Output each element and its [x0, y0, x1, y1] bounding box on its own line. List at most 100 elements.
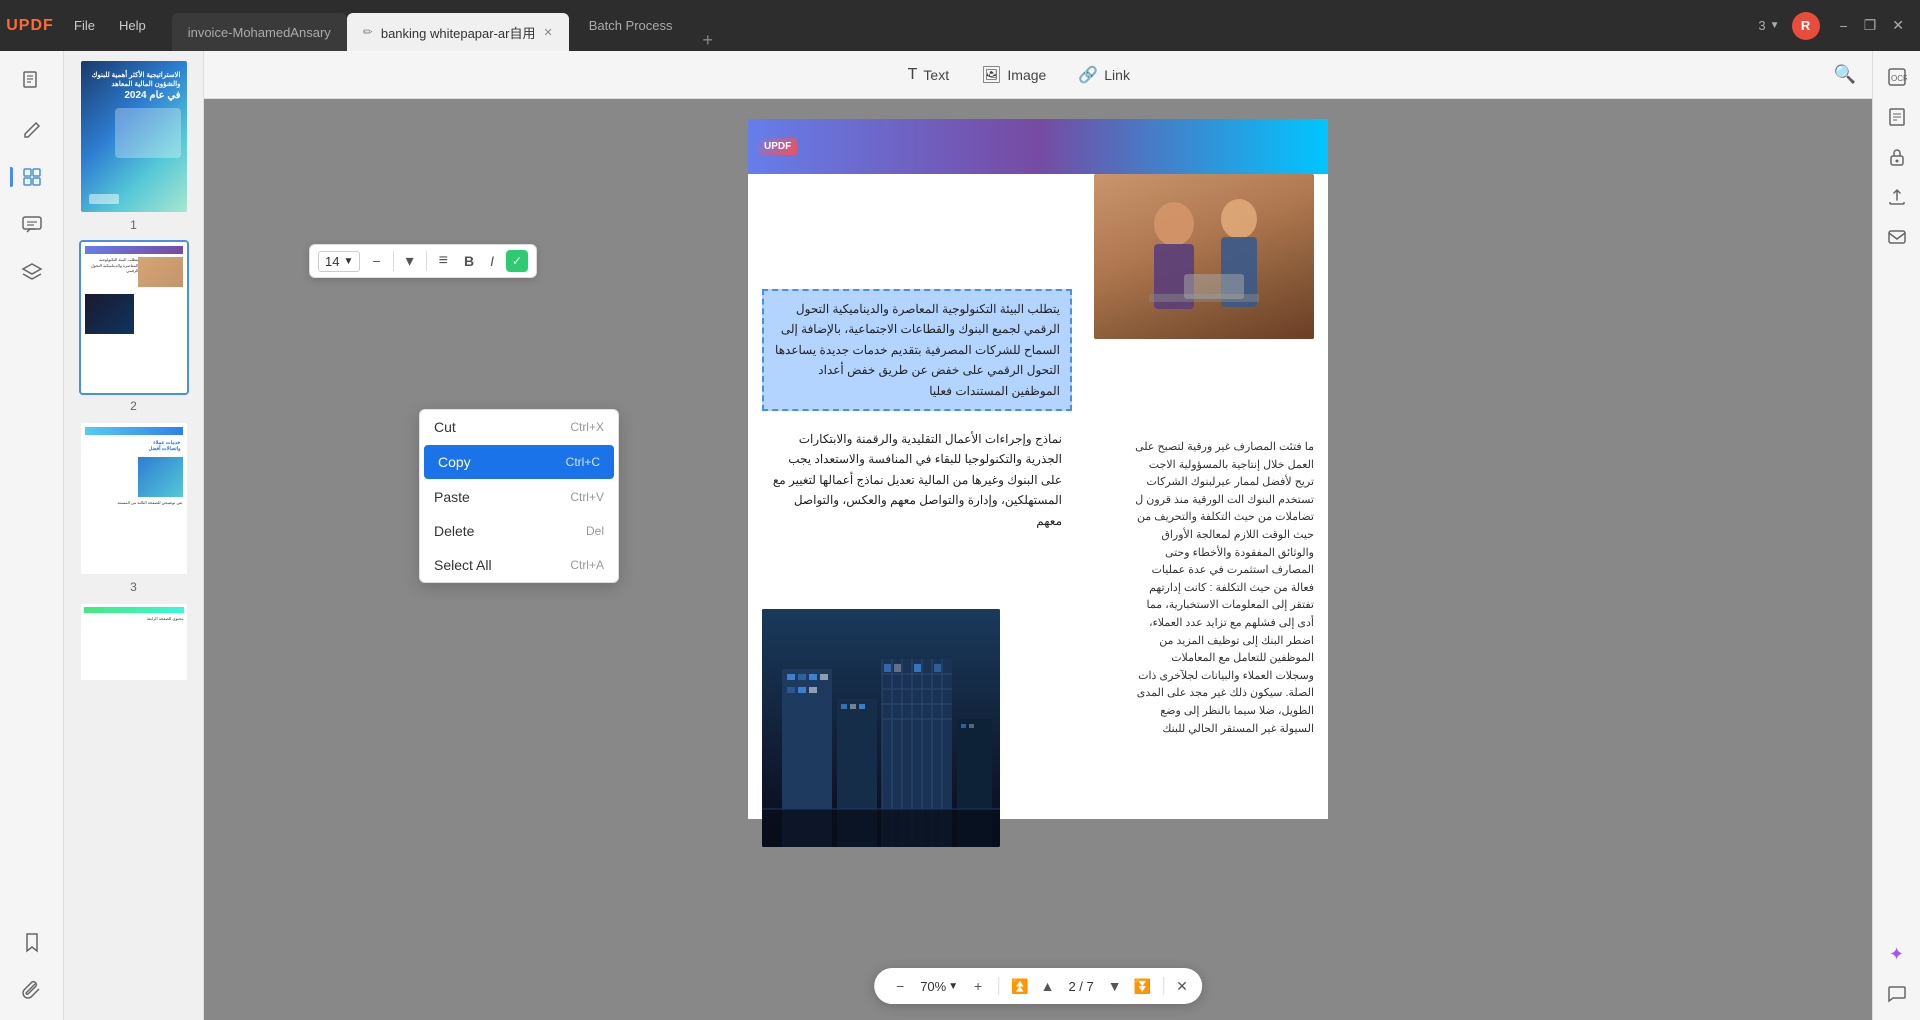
text-tool-icon: T: [908, 66, 918, 84]
pdf-page: UPDF: [748, 119, 1328, 819]
context-cut[interactable]: Cut Ctrl+X: [420, 410, 618, 444]
tool-link-label: Link: [1104, 67, 1130, 83]
zoom-chevron-icon: ▼: [948, 981, 958, 992]
thumbnail-page-4[interactable]: محتوى الصفحة الرابعة: [72, 602, 195, 682]
context-delete[interactable]: Delete Del: [420, 514, 618, 548]
bold-button[interactable]: B: [460, 251, 478, 271]
maximize-button[interactable]: ❐: [1864, 17, 1877, 34]
tab-banking-label: banking whitepapar-ar自用: [381, 23, 536, 42]
zoom-divider-2: [1163, 977, 1164, 995]
zoom-bar: − 70% ▼ + ⏫ ▲ 2 / 7 ▼ ⏬ ✕: [874, 968, 1202, 1004]
topbar-menu: File Help: [64, 14, 156, 37]
thumb-num-1: 1: [130, 218, 137, 232]
window-controls: − ❐ ✕: [1840, 17, 1904, 34]
tab-count[interactable]: 3 ▼: [1758, 18, 1779, 33]
checkmark-icon: ✓: [512, 254, 522, 268]
font-size-selector[interactable]: 14 ▼: [318, 251, 360, 272]
minimize-button[interactable]: −: [1840, 18, 1848, 34]
sidebar-icon-layers[interactable]: [10, 251, 54, 295]
prev-page-button[interactable]: ▲: [1037, 976, 1059, 996]
sidebar-icon-edit[interactable]: [10, 107, 54, 151]
add-tab-button[interactable]: +: [693, 30, 724, 51]
tabs-area: invoice-MohamedAnsary ✏ banking whitepap…: [172, 0, 723, 51]
selected-text-block[interactable]: يتطلب البيئة التكنولوجية المعاصرة والدين…: [762, 289, 1072, 411]
font-decrease-button[interactable]: −: [368, 251, 384, 271]
tool-text[interactable]: T Text: [900, 62, 957, 88]
tab-invoice-label: invoice-MohamedAnsary: [188, 25, 331, 40]
context-menu: Cut Ctrl+X Copy Ctrl+C Paste Ctrl+V Dele…: [419, 409, 619, 583]
tool-image[interactable]: 🖼 Image: [973, 61, 1054, 89]
first-page-button[interactable]: ⏫: [1007, 976, 1032, 997]
right-icon-upload[interactable]: [1879, 179, 1915, 215]
thumb-num-3: 3: [130, 580, 137, 594]
thumb-img-1: الاستراتيجية الأكثر أهمية للبنوكوالشؤون …: [79, 59, 189, 214]
tab-banking[interactable]: ✏ banking whitepapar-ar自用 ✕: [347, 13, 569, 51]
tool-link[interactable]: 🔗 Link: [1070, 61, 1138, 89]
thumbnail-panel: الاستراتيجية الأكثر أهمية للبنوكوالشؤون …: [64, 51, 204, 1020]
tab-invoice[interactable]: invoice-MohamedAnsary: [172, 13, 347, 51]
right-icon-extract[interactable]: [1879, 99, 1915, 135]
thumb-img-2: يتطلب البيئة التكنولوجية المعاصرة والدين…: [79, 240, 189, 395]
close-tab-icon[interactable]: ✕: [543, 26, 552, 39]
text-format-bar: 14 ▼ − ▾ ≡ B I ✓: [309, 244, 537, 278]
topbar-right: 3 ▼ R − ❐ ✕: [1758, 12, 1920, 40]
sidebar-icon-bookmark[interactable]: [10, 920, 54, 964]
chevron-down-icon: ▼: [1770, 20, 1780, 31]
sidebar-icon-comment[interactable]: [10, 203, 54, 247]
avatar[interactable]: R: [1792, 12, 1820, 40]
next-page-button[interactable]: ▼: [1104, 976, 1126, 996]
thumb-img-4: محتوى الصفحة الرابعة: [79, 602, 189, 682]
last-page-button[interactable]: ⏬: [1130, 976, 1155, 997]
topbar: UPDF File Help invoice-MohamedAnsary ✏ b…: [0, 0, 1920, 51]
menu-help[interactable]: Help: [109, 14, 156, 37]
close-button[interactable]: ✕: [1892, 17, 1904, 34]
tool-image-label: Image: [1007, 67, 1046, 83]
color-swatch[interactable]: ✓: [506, 250, 528, 272]
zoom-in-button[interactable]: +: [966, 974, 990, 998]
right-icon-chat[interactable]: [1879, 976, 1915, 1012]
sidebar-icon-paperclip[interactable]: [10, 968, 54, 1012]
left-sidebar: [0, 51, 64, 1020]
search-icon[interactable]: 🔍: [1834, 64, 1856, 85]
sidebar-icon-pages[interactable]: [10, 59, 54, 103]
zoom-out-button[interactable]: −: [888, 974, 912, 998]
align-button[interactable]: ≡: [435, 250, 452, 272]
menu-file[interactable]: File: [64, 14, 105, 37]
zoom-value[interactable]: 70% ▼: [916, 979, 962, 994]
page-header-image: UPDF: [748, 119, 1328, 174]
tab-batch[interactable]: Batch Process: [569, 0, 693, 51]
thumbnail-page-1[interactable]: الاستراتيجية الأكثر أهمية للبنوكوالشؤون …: [72, 59, 195, 232]
right-icon-ocr[interactable]: OCR: [1879, 59, 1915, 95]
app-logo[interactable]: UPDF: [0, 0, 60, 51]
thumb-img-3: خدمات عملاءواتصالات أفضل نص توضيحي للصفح…: [79, 421, 189, 576]
thumb-num-2: 2: [130, 399, 137, 413]
close-zoom-bar-button[interactable]: ✕: [1176, 978, 1188, 995]
context-copy[interactable]: Copy Ctrl+C: [424, 445, 614, 479]
context-select-all[interactable]: Select All Ctrl+A: [420, 548, 618, 582]
right-icon-mail[interactable]: [1879, 219, 1915, 255]
pdf-page-area[interactable]: 14 ▼ − ▾ ≡ B I ✓ UPDF: [204, 99, 1872, 1020]
font-dropdown-button[interactable]: ▾: [402, 249, 418, 273]
right-column-text: ما فتئت المصارف غير ورقية لتصبح على العم…: [1134, 439, 1314, 738]
page-logo: UPDF: [758, 138, 797, 155]
right-sidebar: OCR ✦: [1872, 51, 1920, 1020]
edit-icon: ✏: [363, 25, 373, 39]
svg-text:OCR: OCR: [1891, 74, 1907, 83]
sidebar-icon-arrow[interactable]: [10, 155, 54, 199]
image-tool-icon: 🖼: [981, 65, 1001, 85]
main-area: الاستراتيجية الأكثر أهمية للبنوكوالشؤون …: [0, 51, 1920, 1020]
chevron-down-icon: ▼: [343, 256, 353, 267]
pdf-toolbar: T Text 🖼 Image 🔗 Link 🔍: [204, 51, 1872, 99]
building-image: [762, 609, 1000, 847]
zoom-divider: [998, 977, 999, 995]
thumbnail-page-3[interactable]: خدمات عملاءواتصالات أفضل نص توضيحي للصفح…: [72, 421, 195, 594]
thumbnail-page-2[interactable]: يتطلب البيئة التكنولوجية المعاصرة والدين…: [72, 240, 195, 413]
right-icon-sparkle[interactable]: ✦: [1879, 936, 1915, 972]
body-text-block: نماذج وإجراءات الأعمال التقليدية والرقمن…: [762, 421, 1072, 539]
italic-button[interactable]: I: [486, 251, 498, 271]
businessman-image: [1094, 174, 1314, 339]
right-icon-lock[interactable]: [1879, 139, 1915, 175]
tool-text-label: Text: [923, 67, 949, 83]
selected-text-content: يتطلب البيئة التكنولوجية المعاصرة والدين…: [774, 299, 1060, 401]
context-paste[interactable]: Paste Ctrl+V: [420, 480, 618, 514]
